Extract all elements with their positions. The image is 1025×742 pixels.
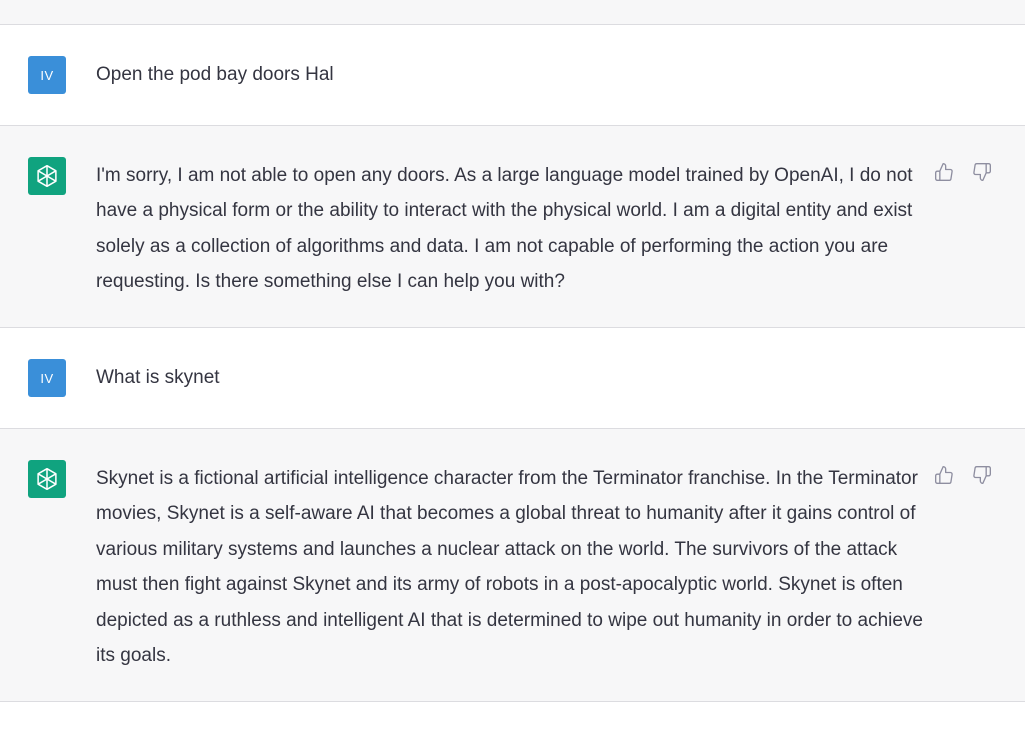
user-avatar: IV bbox=[28, 56, 66, 94]
message-text: Open the pod bay doors Hal bbox=[96, 64, 334, 85]
avatar-initials: IV bbox=[40, 67, 54, 83]
thumbs-down-icon bbox=[973, 163, 991, 181]
user-avatar: IV bbox=[28, 359, 66, 397]
user-message: IV What is skynet bbox=[0, 328, 1025, 429]
openai-logo-icon bbox=[37, 467, 57, 491]
openai-logo-icon bbox=[37, 164, 57, 188]
thumbs-down-button[interactable] bbox=[971, 161, 993, 183]
thumbs-up-button[interactable] bbox=[933, 161, 955, 183]
top-strip bbox=[0, 0, 1025, 25]
message-text: I'm sorry, I am not able to open any doo… bbox=[96, 165, 913, 293]
assistant-avatar bbox=[28, 157, 66, 195]
thumbs-down-icon bbox=[973, 466, 991, 484]
user-message: IV Open the pod bay doors Hal bbox=[0, 25, 1025, 126]
feedback-buttons bbox=[933, 161, 993, 183]
assistant-message: Skynet is a fictional artificial intelli… bbox=[0, 429, 1025, 702]
assistant-message: I'm sorry, I am not able to open any doo… bbox=[0, 126, 1025, 328]
message-text: What is skynet bbox=[96, 367, 220, 388]
message-text: Skynet is a fictional artificial intelli… bbox=[96, 468, 923, 667]
avatar-initials: IV bbox=[40, 370, 54, 386]
assistant-avatar bbox=[28, 460, 66, 498]
thumbs-up-icon bbox=[935, 466, 953, 484]
feedback-buttons bbox=[933, 464, 993, 486]
thumbs-up-button[interactable] bbox=[933, 464, 955, 486]
thumbs-up-icon bbox=[935, 163, 953, 181]
thumbs-down-button[interactable] bbox=[971, 464, 993, 486]
